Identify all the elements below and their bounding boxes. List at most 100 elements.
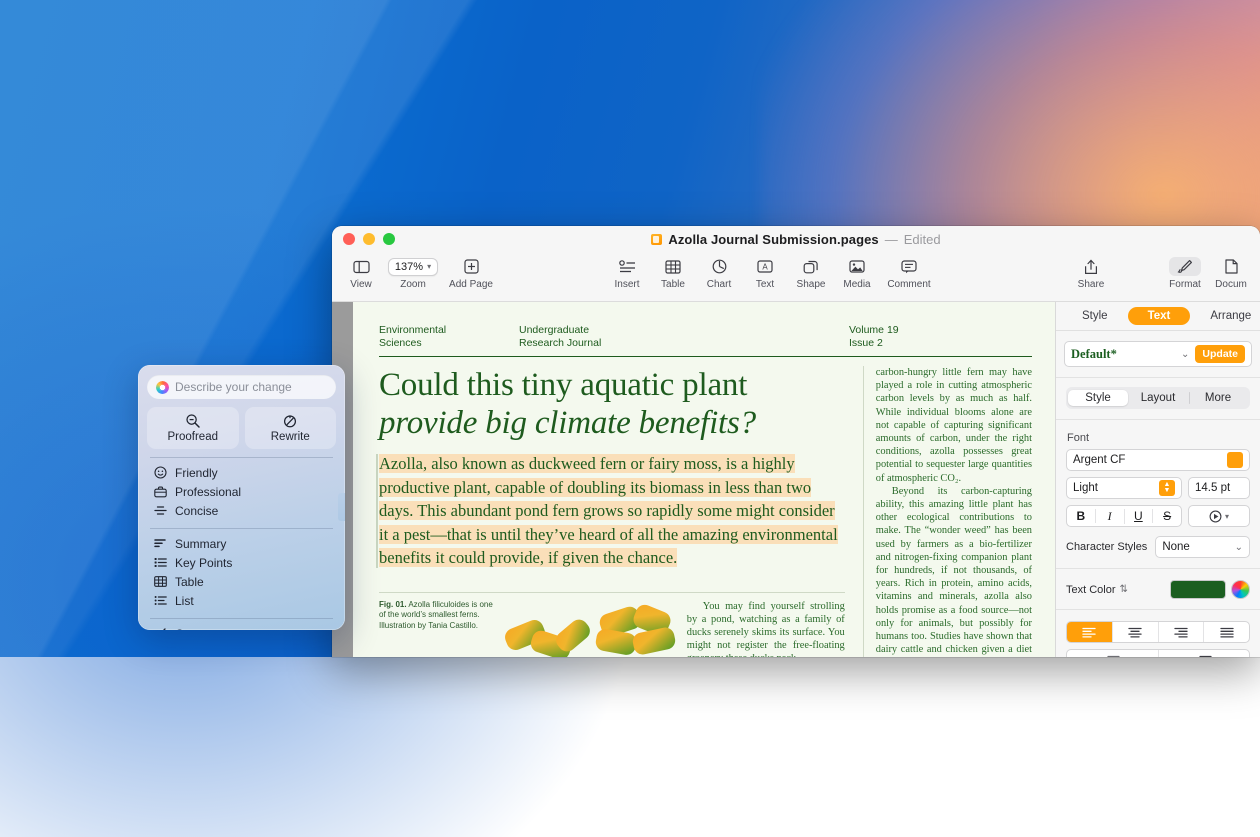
- paragraph-style-name: Default*: [1071, 347, 1175, 362]
- font-family-row[interactable]: Argent CF: [1066, 449, 1250, 471]
- document-canvas[interactable]: Environmental Sciences Undergraduate Res…: [332, 302, 1055, 657]
- tab-arrange[interactable]: Arrange: [1190, 307, 1260, 325]
- insert-button[interactable]: Insert: [604, 254, 650, 290]
- strikethrough-button[interactable]: S: [1153, 509, 1181, 523]
- bold-button[interactable]: B: [1067, 509, 1096, 523]
- text-color-swatch[interactable]: [1170, 580, 1226, 599]
- inspector-tabs[interactable]: Style Text Arrange: [1056, 302, 1260, 331]
- proofread-label: Proofread: [167, 431, 218, 443]
- maximize-window-button[interactable]: [383, 233, 395, 245]
- document-columns: Could this tiny aquatic plant provide bi…: [379, 366, 1032, 657]
- window-controls[interactable]: [332, 233, 395, 245]
- align-right-button[interactable]: [1159, 622, 1205, 642]
- compose-list[interactable]: Compose...: [138, 619, 345, 630]
- font-style-buttons[interactable]: B I U S: [1066, 505, 1182, 527]
- writing-tools-item-friendly[interactable]: Friendly: [138, 463, 345, 482]
- writing-tools-item-professional[interactable]: Professional: [138, 482, 345, 501]
- zoom-control[interactable]: 137% ▾ Zoom: [384, 254, 442, 290]
- chevron-down-icon[interactable]: ⌄: [1181, 349, 1189, 360]
- text-label: Text: [756, 279, 774, 290]
- increase-indent-button[interactable]: [1159, 650, 1250, 657]
- text-effects-button[interactable]: ▾: [1188, 505, 1250, 527]
- table-button[interactable]: Table: [650, 254, 696, 290]
- rewrite-button[interactable]: Rewrite: [245, 407, 337, 449]
- character-styles-select[interactable]: None ⌄: [1155, 536, 1250, 558]
- shape-button[interactable]: Shape: [788, 254, 834, 290]
- decrease-indent-button[interactable]: [1067, 650, 1159, 657]
- text-button[interactable]: A Text: [742, 254, 788, 290]
- font-weight-stepper-icon[interactable]: ▲▼: [1159, 480, 1175, 496]
- writing-tools-item-compose[interactable]: Compose...: [138, 624, 345, 630]
- font-size-value: 14.5 pt: [1195, 482, 1230, 494]
- paragraph-style-selector[interactable]: Default* ⌄ Update: [1064, 341, 1252, 367]
- lede-selection-block[interactable]: Azolla, also known as duckweed fern or f…: [379, 452, 845, 570]
- comment-button[interactable]: Comment: [880, 254, 938, 290]
- writing-tools-item-key-points[interactable]: Key Points: [138, 553, 345, 572]
- indent-buttons[interactable]: [1066, 649, 1250, 657]
- color-wheel-icon[interactable]: [1231, 580, 1250, 599]
- transform-list[interactable]: Summary Key Points Table List: [138, 529, 345, 610]
- media-button[interactable]: Media: [834, 254, 880, 290]
- writing-tools-popover[interactable]: Describe your change Proofread Rewrite F…: [138, 365, 345, 630]
- figure-adjacent-body-text[interactable]: You may find yourself strolling by a pon…: [677, 600, 845, 658]
- comment-icon: [901, 257, 917, 276]
- document-page[interactable]: Environmental Sciences Undergraduate Res…: [353, 302, 1055, 657]
- proofread-button[interactable]: Proofread: [147, 407, 239, 449]
- illustration-leaf: [631, 625, 677, 655]
- close-window-button[interactable]: [343, 233, 355, 245]
- subtab-style[interactable]: Style: [1068, 390, 1128, 406]
- pencil-icon: [153, 627, 167, 630]
- text-color-row[interactable]: Text Color ⇅: [1066, 580, 1250, 599]
- subtab-more[interactable]: More: [1188, 390, 1248, 406]
- describe-change-input[interactable]: Describe your change: [147, 375, 336, 399]
- add-page-button[interactable]: Add Page: [442, 254, 500, 290]
- document-button[interactable]: Docum: [1208, 254, 1254, 290]
- align-center-button[interactable]: [1113, 622, 1159, 642]
- writing-tools-item-concise[interactable]: Concise: [138, 501, 345, 520]
- subtab-layout[interactable]: Layout: [1128, 390, 1188, 406]
- align-justify-button[interactable]: [1204, 622, 1249, 642]
- font-section-label: Font: [1067, 432, 1260, 444]
- chevron-down-icon[interactable]: ▾: [1225, 512, 1229, 521]
- alignment-buttons[interactable]: [1066, 621, 1250, 643]
- article-headline[interactable]: Could this tiny aquatic plant provide bi…: [379, 366, 845, 442]
- view-button[interactable]: View: [338, 254, 384, 290]
- font-weight-size-row[interactable]: Light ▲▼ 14.5 pt: [1066, 477, 1250, 499]
- writing-tools-item-summary[interactable]: Summary: [138, 534, 345, 553]
- tone-list[interactable]: Friendly Professional Concise: [138, 458, 345, 520]
- underline-button[interactable]: U: [1125, 509, 1154, 523]
- text-box-icon: A: [757, 257, 773, 276]
- chevron-down-icon[interactable]: ⌄: [1235, 542, 1243, 553]
- sort-arrows-icon[interactable]: ⇅: [1120, 584, 1128, 595]
- format-button[interactable]: Format: [1162, 254, 1208, 290]
- table-icon: [665, 257, 681, 276]
- font-weight-select[interactable]: Light ▲▼: [1066, 477, 1182, 499]
- italic-button[interactable]: I: [1096, 509, 1125, 524]
- figure-block[interactable]: Fig. 01. Azolla filiculoides is one of t…: [379, 600, 845, 658]
- writing-tools-actions[interactable]: Proofread Rewrite: [147, 407, 336, 449]
- add-page-label: Add Page: [449, 279, 493, 290]
- writing-tools-item-table[interactable]: Table: [138, 572, 345, 591]
- article-lede[interactable]: Azolla, also known as duckweed fern or f…: [379, 452, 845, 570]
- character-styles-row[interactable]: Character Styles None ⌄: [1066, 536, 1250, 558]
- document-side-column[interactable]: carbon-hungry little fern may have playe…: [863, 366, 1032, 657]
- writing-tools-item-list[interactable]: List: [138, 591, 345, 610]
- font-family-select[interactable]: Argent CF: [1066, 449, 1250, 471]
- font-style-row[interactable]: B I U S ▾: [1066, 505, 1250, 527]
- chart-button[interactable]: Chart: [696, 254, 742, 290]
- format-inspector[interactable]: Style Text Arrange Default* ⌄ Update Sty…: [1055, 302, 1260, 657]
- font-family-stepper-icon[interactable]: [1227, 452, 1243, 468]
- concise-icon: [153, 504, 167, 517]
- document-main-column: Could this tiny aquatic plant provide bi…: [379, 366, 863, 657]
- tab-style[interactable]: Style: [1062, 307, 1128, 325]
- share-button[interactable]: Share: [1068, 254, 1114, 290]
- update-style-button[interactable]: Update: [1195, 345, 1245, 363]
- zoom-pill[interactable]: 137% ▾: [388, 258, 438, 276]
- font-size-field[interactable]: 14.5 pt: [1188, 477, 1250, 499]
- align-left-button[interactable]: [1067, 622, 1113, 642]
- minimize-window-button[interactable]: [363, 233, 375, 245]
- format-brush-icon: [1169, 257, 1201, 276]
- tab-text[interactable]: Text: [1128, 307, 1191, 325]
- concise-label: Concise: [175, 504, 218, 518]
- inspector-subtabs[interactable]: Style Layout More: [1066, 387, 1250, 409]
